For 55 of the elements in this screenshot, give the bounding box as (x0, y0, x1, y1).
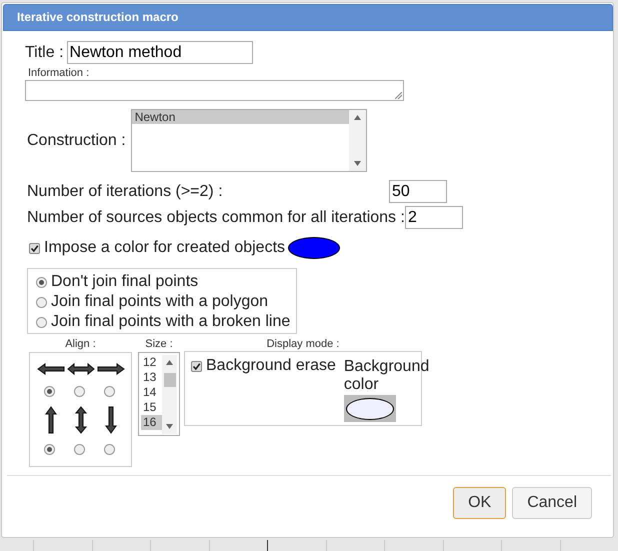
color-swatch[interactable] (288, 237, 340, 259)
radio-label: Don't join final points (51, 273, 198, 291)
scroll-down-icon (354, 161, 361, 166)
number-field[interactable]: 2 (404, 206, 463, 229)
window-title: Iterative construction macro (3, 4, 613, 31)
double-arrow-icon (67, 362, 95, 376)
number-field[interactable]: 50 (389, 180, 447, 203)
group-label: Align : (65, 338, 96, 350)
scroll-up-icon (166, 360, 173, 365)
radio-button[interactable] (36, 276, 47, 288)
title-field[interactable]: Newton method (66, 41, 253, 64)
scrollbar-thumb[interactable] (164, 373, 176, 387)
checkbox-label: Impose a color for created objects (44, 239, 286, 257)
resize-grip-icon (395, 92, 402, 99)
radio-button[interactable] (44, 444, 54, 454)
arrow-up-icon (44, 406, 58, 434)
radio-button[interactable] (74, 386, 84, 396)
arrow-right-icon (97, 362, 125, 376)
ok-button[interactable]: OK (453, 487, 506, 519)
radio-button[interactable] (44, 386, 54, 396)
list-item[interactable]: 12 (141, 355, 162, 370)
cancel-button[interactable]: Cancel (512, 487, 592, 519)
radio-button[interactable] (74, 444, 84, 454)
scroll-up-icon (354, 115, 361, 120)
construction-list[interactable]: Newton (130, 109, 367, 172)
double-arrow-icon (74, 406, 88, 434)
checkbox-label: Background erase (206, 357, 336, 375)
field-label: Construction : (27, 132, 126, 150)
scroll-down-icon (166, 424, 173, 429)
checkbox[interactable] (29, 242, 40, 254)
radio-button[interactable] (104, 386, 114, 396)
scrollbar[interactable] (348, 110, 366, 171)
arrow-left-icon (37, 362, 65, 376)
field-label: Number of iterations (>=2) : (27, 182, 223, 200)
radio-label: Join final points with a polygon (51, 293, 268, 311)
group-label: Size : (145, 338, 173, 350)
size-list[interactable]: 12 13 14 15 16 (138, 352, 180, 436)
arrow-down-icon (104, 406, 118, 434)
field-label: Title : (25, 44, 64, 62)
radio-button[interactable] (104, 444, 114, 454)
field-label: Information : (28, 67, 90, 79)
checkbox[interactable] (191, 360, 202, 372)
radio-button[interactable] (36, 316, 47, 328)
scrollbar[interactable] (162, 355, 177, 434)
list-item[interactable]: 15 (141, 400, 162, 415)
group-label: Display mode : (266, 338, 340, 350)
radio-label: Join final points with a broken line (51, 313, 290, 331)
field-label: Number of sources objects common for all iterations : (27, 208, 405, 226)
list-item[interactable]: Newton (132, 110, 349, 124)
list-item[interactable]: 13 (141, 370, 162, 385)
list-item[interactable]: 14 (141, 385, 162, 400)
radio-button[interactable] (36, 296, 47, 308)
list-item[interactable]: 16 (141, 415, 162, 430)
information-field[interactable] (25, 80, 404, 101)
color-label: Background color (344, 358, 426, 394)
